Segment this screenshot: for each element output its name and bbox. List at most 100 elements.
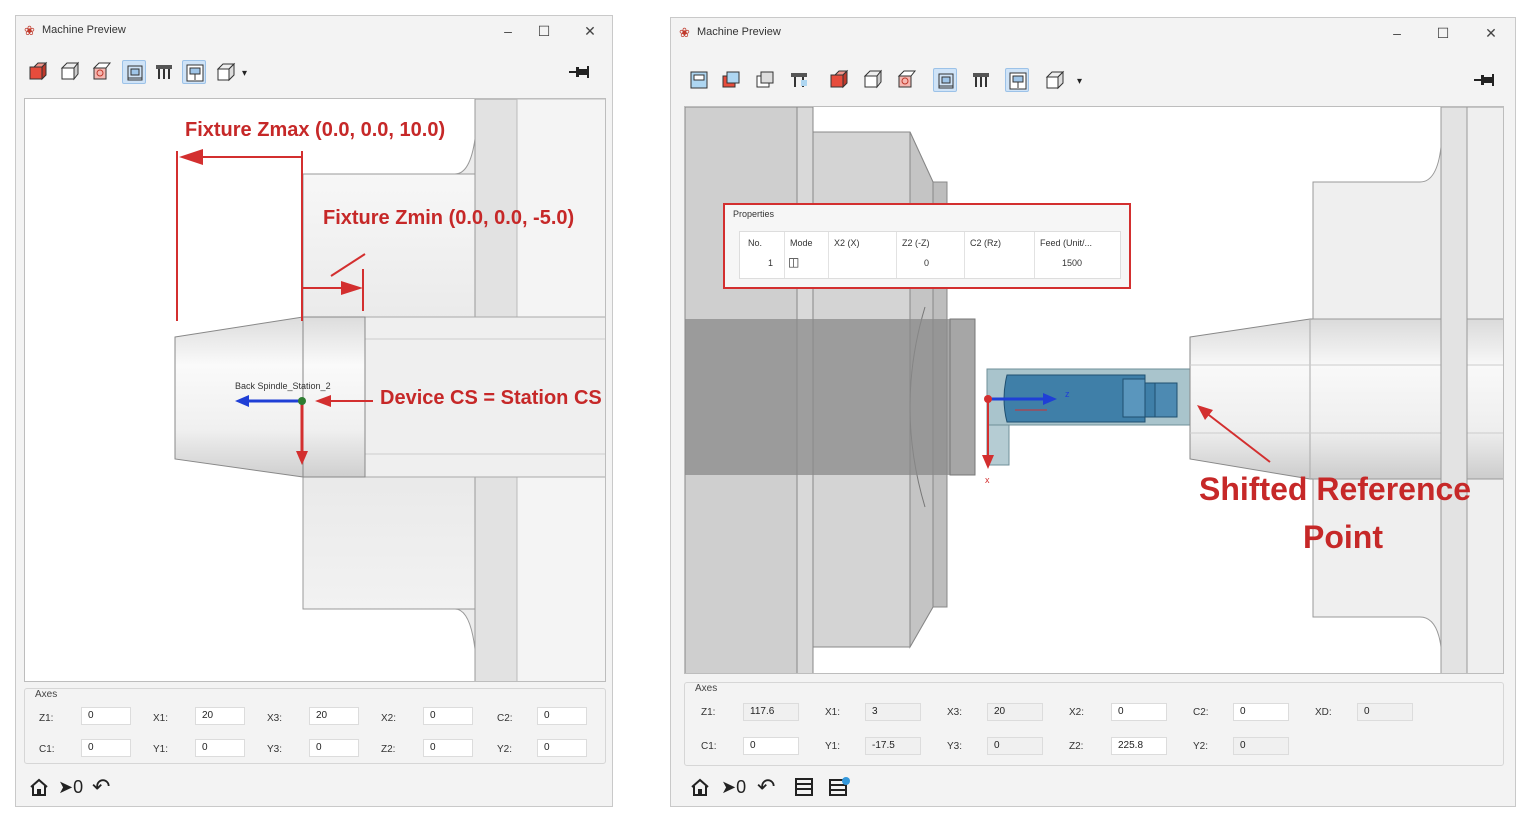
axis-x2-input[interactable]: 0 [1111, 703, 1167, 721]
zero-axes-button[interactable]: ➤0 [58, 777, 83, 798]
minimize-button[interactable]: – [1383, 22, 1411, 44]
axis-x3-input[interactable]: 20 [309, 707, 359, 725]
view-dropdown-icon[interactable]: ▾ [242, 68, 247, 79]
app-logo-icon: ❀ [24, 23, 35, 38]
zero-label: 0 [736, 777, 747, 797]
table-grid [784, 232, 785, 278]
annotation-device-cs: Device CS = Station CS [380, 387, 602, 409]
table-cell: 1 [768, 258, 774, 268]
axis-c1-input[interactable]: 0 [743, 737, 799, 755]
axis-label: X3: [267, 713, 283, 724]
column-header: C2 (Rz) [970, 238, 1001, 248]
axis-label: Y1: [153, 744, 169, 755]
tools-view-icon[interactable] [753, 68, 777, 92]
window-title: Machine Preview [42, 24, 126, 36]
machine-scene [685, 107, 1503, 673]
pin-icon[interactable] [568, 64, 590, 80]
zero-axes-button[interactable]: ➤0 [721, 777, 746, 798]
axis-y3-input[interactable]: 0 [987, 737, 1043, 755]
maximize-button[interactable]: ☐ [1429, 22, 1457, 44]
show-machine-icon[interactable] [122, 60, 146, 84]
view-cube-icon[interactable] [214, 60, 238, 84]
axis-y2-input[interactable]: 0 [537, 739, 587, 757]
simulate-icon[interactable] [719, 68, 743, 92]
window-title: Machine Preview [697, 26, 781, 38]
pin-icon[interactable] [1473, 72, 1495, 88]
column-header: Feed (Unit/... [1040, 238, 1093, 248]
3d-viewport[interactable]: z x Properties No. Mode X2 (X) Z2 (-Z) C… [684, 106, 1504, 674]
axis-label: C1: [39, 744, 55, 755]
undo-icon[interactable]: ↶ [757, 774, 775, 800]
show-fixture-icon[interactable] [152, 60, 176, 84]
rotate-view-icon[interactable] [861, 68, 885, 92]
axis-label: X2: [381, 713, 397, 724]
axis-z2-input[interactable]: 0 [423, 739, 473, 757]
axis-z2-input[interactable]: 225.8 [1111, 737, 1167, 755]
annotation-fixture-zmax: Fixture Zmax (0.0, 0.0, 10.0) [185, 119, 446, 141]
3d-viewport[interactable]: Back Spindle_Station_2 Fixture Zmax (0.0… [24, 98, 606, 682]
axis-y3-input[interactable]: 0 [309, 739, 359, 757]
axis-x2-input[interactable]: 0 [423, 707, 473, 725]
axis-label: X1: [825, 707, 841, 718]
view-dropdown-icon[interactable]: ▾ [1077, 76, 1082, 87]
axis-label: C1: [701, 741, 717, 752]
toolbar: ▾ [671, 62, 1515, 98]
axis-c2-input[interactable]: 0 [537, 707, 587, 725]
properties-table: No. Mode X2 (X) Z2 (-Z) C2 (Rz) Feed (Un… [739, 231, 1121, 279]
rotate-view-red-icon[interactable] [827, 68, 851, 92]
axis-label: X1: [153, 713, 169, 724]
table-cell: 0 [924, 258, 930, 268]
minimize-button[interactable]: – [494, 20, 522, 42]
show-stock-icon[interactable] [182, 60, 206, 84]
axes-panel-title: Axes [35, 689, 58, 700]
maximize-button[interactable]: ☐ [530, 20, 558, 42]
axis-label: C2: [497, 713, 513, 724]
table-grid [828, 232, 829, 278]
close-button[interactable]: ✕ [576, 20, 604, 42]
view-cube-icon[interactable] [1043, 68, 1067, 92]
undo-icon[interactable]: ↶ [92, 774, 110, 800]
home-icon[interactable] [28, 776, 50, 798]
rotate-view-alt-icon[interactable] [895, 68, 919, 92]
axis-label: Y2: [497, 744, 513, 755]
axis-y2-input[interactable]: 0 [1233, 737, 1289, 755]
axis-z1-input[interactable]: 117.6 [743, 703, 799, 721]
properties-title: Properties [733, 209, 775, 219]
rotate-view-red-icon[interactable] [26, 60, 50, 84]
axis-z1-input[interactable]: 0 [81, 707, 131, 725]
axis-c2-input[interactable]: 0 [1233, 703, 1289, 721]
show-stock-icon[interactable] [1005, 68, 1029, 92]
machine-preview-window-right: ❀ Machine Preview – ☐ ✕ ▾ z x Properties… [670, 17, 1516, 807]
axis-label: Z1: [39, 713, 54, 724]
fixture-view-icon[interactable] [787, 68, 811, 92]
axis-label: Z2: [1069, 741, 1084, 752]
annotation-shifted-reference-line1: Shifted Reference [1199, 471, 1472, 507]
axis-y1-input[interactable]: -17.5 [865, 737, 921, 755]
column-header: X2 (X) [834, 238, 860, 248]
show-machine-icon[interactable] [933, 68, 957, 92]
axis-x1-input[interactable]: 20 [195, 707, 245, 725]
operations-list-icon[interactable] [827, 776, 851, 798]
bottom-toolbar: ➤0 ↶ [16, 772, 612, 804]
table-row[interactable]: 1 ◫ 0 1500 [740, 254, 1120, 276]
axis-y1-input[interactable]: 0 [195, 739, 245, 757]
axis-c1-input[interactable]: 0 [81, 739, 131, 757]
annotation-shifted-reference-line2: Point [1303, 519, 1383, 555]
axis-xd-input[interactable]: 0 [1357, 703, 1413, 721]
rotate-view-alt-icon[interactable] [90, 60, 114, 84]
axis-x3-input[interactable]: 20 [987, 703, 1043, 721]
machine-preview-window-left: ❀ Machine Preview – ☐ ✕ ▾ Back Spindle_S… [15, 15, 613, 807]
show-fixture-icon[interactable] [969, 68, 993, 92]
close-button[interactable]: ✕ [1477, 22, 1505, 44]
rotate-view-icon[interactable] [58, 60, 82, 84]
column-header: No. [748, 238, 763, 248]
axis-label: C2: [1193, 707, 1209, 718]
axis-label: Y3: [267, 744, 283, 755]
annotation-fixture-zmin: Fixture Zmin (0.0, 0.0, -5.0) [323, 207, 575, 229]
spindle-station-label: Back Spindle_Station_2 [235, 381, 331, 391]
column-header: Mode [790, 238, 813, 248]
axis-x1-input[interactable]: 3 [865, 703, 921, 721]
home-icon[interactable] [689, 776, 711, 798]
list-icon[interactable] [793, 776, 815, 798]
machine-view-icon[interactable] [687, 68, 711, 92]
